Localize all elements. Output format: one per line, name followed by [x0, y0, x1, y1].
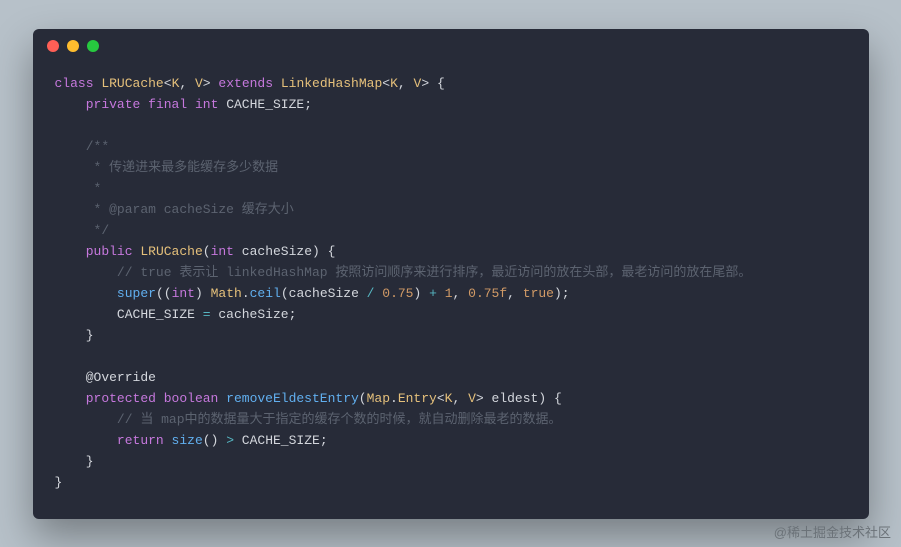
num: 1	[445, 286, 453, 301]
lparen: (	[203, 244, 211, 259]
semi: ;	[289, 307, 297, 322]
comment: /**	[86, 139, 109, 154]
comment: *	[86, 181, 102, 196]
comma: ,	[453, 286, 469, 301]
kw-return: return	[117, 433, 164, 448]
brace-open: {	[437, 76, 445, 91]
brace-close: }	[55, 475, 63, 490]
dot: .	[242, 286, 250, 301]
lt: <	[164, 76, 172, 91]
comma: ,	[398, 76, 414, 91]
watermark: @稀土掘金技术社区	[774, 522, 891, 541]
op-gt: >	[218, 433, 241, 448]
semi: ;	[320, 433, 328, 448]
lhs: CACHE_SIZE	[117, 307, 195, 322]
Entry: Entry	[398, 391, 437, 406]
lp: (	[156, 286, 164, 301]
param: eldest	[492, 391, 539, 406]
fn-name: removeEldestEntry	[226, 391, 359, 406]
rp: )	[538, 391, 546, 406]
kw-boolean: boolean	[164, 391, 219, 406]
window-titlebar	[33, 29, 869, 63]
class-name: LRUCache	[101, 76, 163, 91]
kw-final: final	[148, 97, 187, 112]
code-block: class LRUCache<K, V> extends LinkedHashM…	[33, 63, 869, 493]
op-eq: =	[195, 307, 218, 322]
type-K: K	[390, 76, 398, 91]
num: 0.75	[382, 286, 413, 301]
op-plus: +	[421, 286, 444, 301]
comma: ,	[452, 391, 468, 406]
type-V: V	[195, 76, 203, 91]
comment: // 当 map中的数据量大于指定的缓存个数的时候，就自动删除最老的数据。	[117, 412, 562, 427]
rhs: cacheSize	[218, 307, 288, 322]
rparen: )	[312, 244, 320, 259]
kw-int: int	[195, 97, 218, 112]
ctor-name: LRUCache	[140, 244, 202, 259]
brace-close: }	[86, 328, 94, 343]
lp: (	[164, 286, 172, 301]
arg: cacheSize	[289, 286, 359, 301]
lt: <	[382, 76, 390, 91]
parent-class: LinkedHashMap	[281, 76, 382, 91]
kw-extends: extends	[218, 76, 273, 91]
const-name: CACHE_SIZE	[226, 97, 304, 112]
cast-int: int	[172, 286, 195, 301]
super-call: super	[117, 286, 156, 301]
kw-public: public	[86, 244, 133, 259]
brace: {	[554, 391, 562, 406]
bool-true: true	[523, 286, 554, 301]
gt: >	[476, 391, 484, 406]
type-V: V	[468, 391, 476, 406]
kw-protected: protected	[86, 391, 156, 406]
rhs: CACHE_SIZE	[242, 433, 320, 448]
Map: Map	[367, 391, 390, 406]
lp: (	[359, 391, 367, 406]
num: 0.75f	[468, 286, 507, 301]
comma: ,	[179, 76, 195, 91]
kw-class: class	[55, 76, 94, 91]
comment: * @param cacheSize 缓存大小	[86, 202, 294, 217]
rp: )	[554, 286, 562, 301]
gt: >	[421, 76, 429, 91]
param: cacheSize	[242, 244, 312, 259]
dot: .	[390, 391, 398, 406]
Math: Math	[211, 286, 242, 301]
ceil: ceil	[250, 286, 281, 301]
lt: <	[437, 391, 445, 406]
comment: * 传递进来最多能缓存多少数据	[86, 160, 278, 175]
brace-close: }	[86, 454, 94, 469]
minimize-icon	[67, 40, 79, 52]
comma: ,	[507, 286, 523, 301]
code-window: class LRUCache<K, V> extends LinkedHashM…	[33, 29, 869, 519]
lp: (	[203, 433, 211, 448]
semi: ;	[562, 286, 570, 301]
rp: )	[195, 286, 203, 301]
comment: */	[86, 223, 109, 238]
op-div: /	[359, 286, 382, 301]
gt: >	[203, 76, 211, 91]
brace: {	[328, 244, 336, 259]
kw-int: int	[211, 244, 234, 259]
semi: ;	[304, 97, 312, 112]
kw-private: private	[86, 97, 141, 112]
size-fn: size	[172, 433, 203, 448]
close-icon	[47, 40, 59, 52]
zoom-icon	[87, 40, 99, 52]
comment: // true 表示让 linkedHashMap 按照访问顺序来进行排序，最近…	[117, 265, 751, 280]
annotation: @Override	[86, 370, 156, 385]
lp: (	[281, 286, 289, 301]
